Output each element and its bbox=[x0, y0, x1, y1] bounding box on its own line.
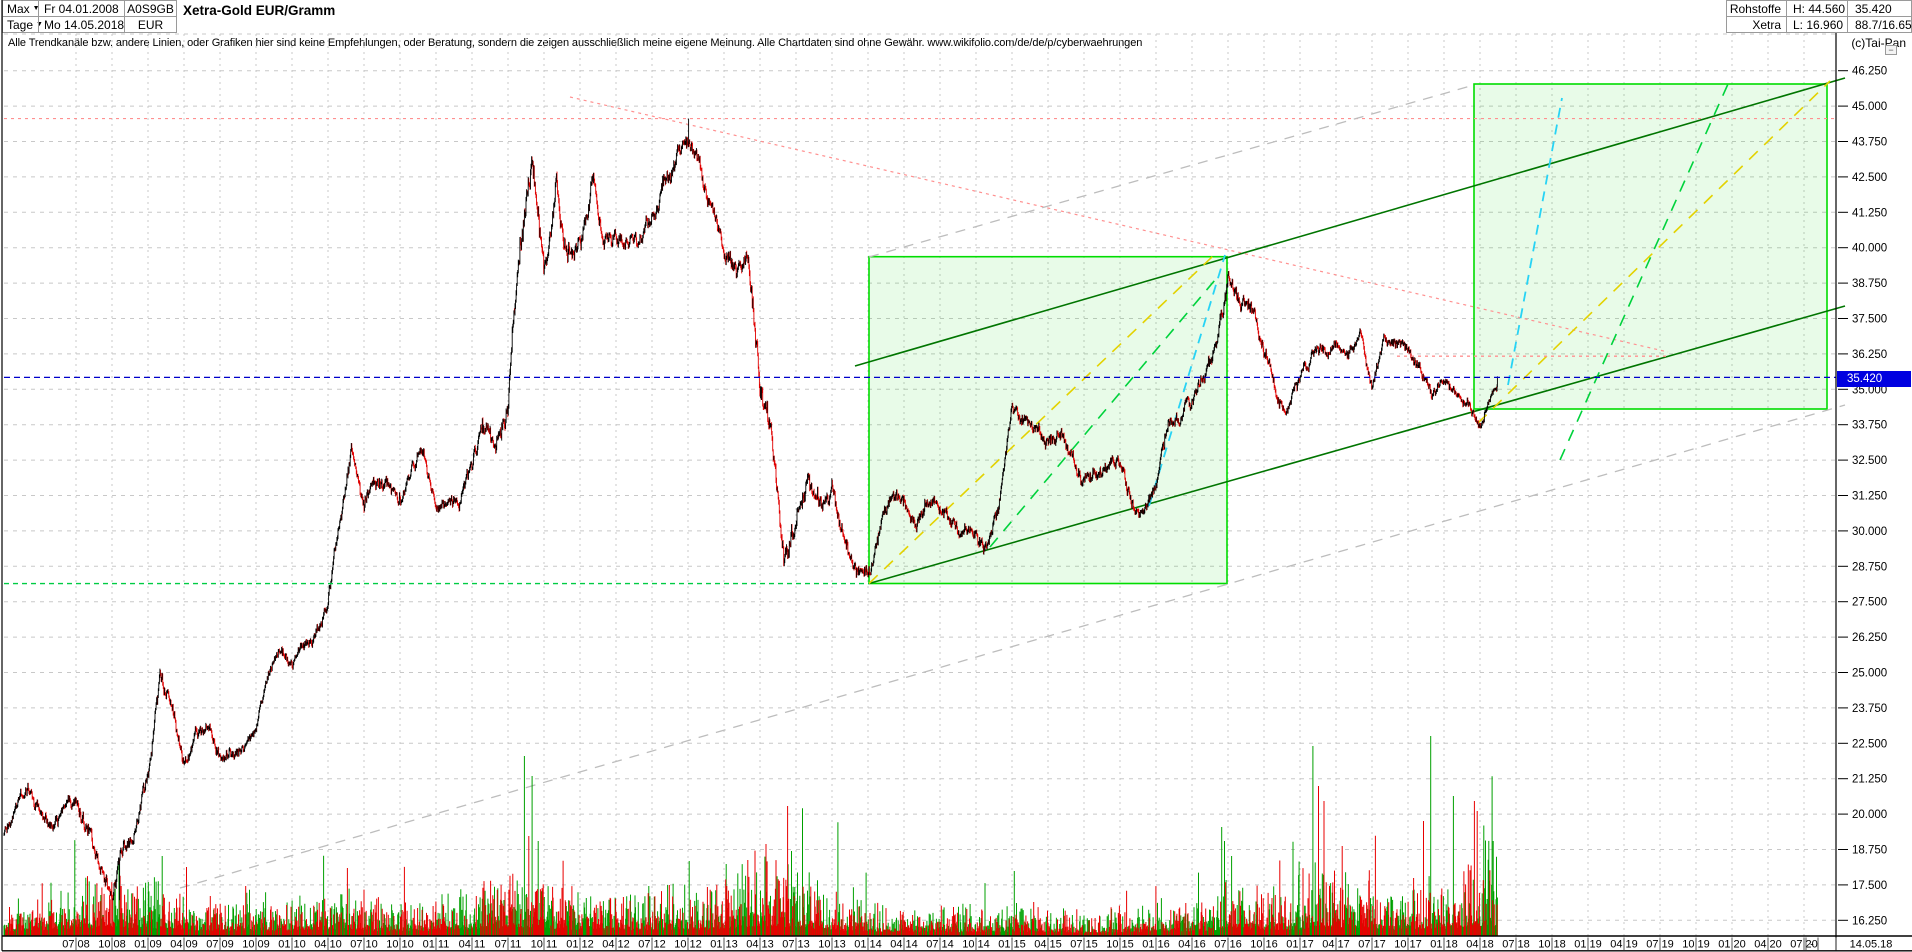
svg-text:43.750: 43.750 bbox=[1852, 137, 1887, 149]
svg-text:42.500: 42.500 bbox=[1852, 172, 1887, 184]
svg-text:30.000: 30.000 bbox=[1852, 526, 1887, 538]
svg-text:07 19: 07 19 bbox=[1646, 939, 1674, 951]
svg-text:01 17: 01 17 bbox=[1286, 939, 1314, 951]
svg-text:26.250: 26.250 bbox=[1852, 632, 1887, 644]
svg-text:04 15: 04 15 bbox=[1034, 939, 1062, 951]
svg-text:01 16: 01 16 bbox=[1142, 939, 1170, 951]
price-axis-labels: 46.250 45.000 43.750 42.500 41.250 40.000 38.7… bbox=[1838, 66, 1887, 928]
svg-text:01 18: 01 18 bbox=[1430, 939, 1458, 951]
svg-text:07 14: 07 14 bbox=[926, 939, 954, 951]
svg-text:40.000: 40.000 bbox=[1852, 243, 1887, 255]
last-price-axis-chip: 35.420 bbox=[1837, 371, 1911, 387]
svg-text:04 20: 04 20 bbox=[1754, 939, 1782, 951]
svg-text:10 13: 10 13 bbox=[818, 939, 846, 951]
svg-text:14.05.18: 14.05.18 bbox=[1850, 939, 1893, 951]
svg-text:16.250: 16.250 bbox=[1852, 915, 1887, 927]
svg-text:28.750: 28.750 bbox=[1852, 561, 1887, 573]
svg-text:07 10: 07 10 bbox=[350, 939, 378, 951]
svg-text:04 11: 04 11 bbox=[459, 939, 486, 951]
svg-text:04 10: 04 10 bbox=[314, 939, 342, 951]
candlestick-series bbox=[4, 119, 1497, 901]
svg-text:21.250: 21.250 bbox=[1852, 774, 1887, 786]
svg-text:01 10: 01 10 bbox=[278, 939, 306, 951]
svg-text:32.500: 32.500 bbox=[1852, 455, 1887, 467]
svg-text:04 09: 04 09 bbox=[170, 939, 198, 951]
svg-text:04 12: 04 12 bbox=[602, 939, 630, 951]
svg-text:10 12: 10 12 bbox=[674, 939, 702, 951]
svg-text:07 13: 07 13 bbox=[782, 939, 810, 951]
svg-text:10 09: 10 09 bbox=[242, 939, 270, 951]
svg-text:18.750: 18.750 bbox=[1852, 845, 1887, 857]
time-axis-labels: 07 08 10 08 01 09 04 09 07 09 10 09 01 10 04 10… bbox=[62, 938, 1892, 951]
price-chart-canvas[interactable]: 46.250 45.000 43.750 42.500 41.250 40.000 38.7… bbox=[0, 0, 1912, 952]
svg-text:01 14: 01 14 bbox=[854, 939, 882, 951]
svg-text:07 17: 07 17 bbox=[1358, 939, 1386, 951]
svg-text:23.750: 23.750 bbox=[1852, 703, 1887, 715]
svg-text:10 16: 10 16 bbox=[1250, 939, 1278, 951]
trend-channel-boxes bbox=[869, 84, 1827, 584]
svg-text:45.000: 45.000 bbox=[1852, 101, 1887, 113]
svg-text:07 12: 07 12 bbox=[638, 939, 666, 951]
svg-text:01 09: 01 09 bbox=[134, 939, 162, 951]
svg-text:10 14: 10 14 bbox=[962, 939, 990, 951]
svg-text:22.500: 22.500 bbox=[1852, 738, 1887, 750]
svg-text:33.750: 33.750 bbox=[1852, 420, 1887, 432]
svg-text:46.250: 46.250 bbox=[1852, 66, 1887, 78]
svg-text:01 13: 01 13 bbox=[710, 939, 738, 951]
svg-text:10 11: 10 11 bbox=[531, 939, 558, 951]
svg-text:01 12: 01 12 bbox=[566, 939, 594, 951]
svg-text:04 18: 04 18 bbox=[1466, 939, 1494, 951]
svg-text:27.500: 27.500 bbox=[1852, 597, 1887, 609]
svg-text:20.000: 20.000 bbox=[1852, 809, 1887, 821]
svg-text:04 14: 04 14 bbox=[890, 939, 918, 951]
svg-text:31.250: 31.250 bbox=[1852, 491, 1887, 503]
svg-text:17.500: 17.500 bbox=[1852, 880, 1887, 892]
svg-text:04 16: 04 16 bbox=[1178, 939, 1206, 951]
svg-text:10 08: 10 08 bbox=[98, 939, 126, 951]
svg-text:07 11: 07 11 bbox=[495, 939, 522, 951]
taipan-chart-window: Max▼ Fr 04.01.2008 A0S9GB Tage▼ Mo 14.05… bbox=[0, 0, 1912, 952]
svg-text:37.500: 37.500 bbox=[1852, 314, 1887, 326]
svg-text:10 18: 10 18 bbox=[1538, 939, 1566, 951]
svg-text:36.250: 36.250 bbox=[1852, 349, 1887, 361]
svg-text:10 15: 10 15 bbox=[1106, 939, 1134, 951]
svg-text:07 09: 07 09 bbox=[206, 939, 234, 951]
svg-text:07 08: 07 08 bbox=[62, 939, 90, 951]
svg-text:10 10: 10 10 bbox=[386, 939, 414, 951]
svg-text:07 15: 07 15 bbox=[1070, 939, 1098, 951]
svg-text:01 19: 01 19 bbox=[1574, 939, 1602, 951]
svg-text:01 15: 01 15 bbox=[998, 939, 1026, 951]
volume-bars bbox=[4, 736, 1497, 936]
svg-text:07 18: 07 18 bbox=[1502, 939, 1530, 951]
svg-text:25.000: 25.000 bbox=[1852, 668, 1887, 680]
svg-text:07 16: 07 16 bbox=[1214, 939, 1242, 951]
svg-text:41.250: 41.250 bbox=[1852, 207, 1887, 219]
svg-text:38.750: 38.750 bbox=[1852, 278, 1887, 290]
svg-text:01 11: 01 11 bbox=[423, 939, 450, 951]
svg-text:-: - bbox=[1810, 939, 1814, 951]
svg-text:10 19: 10 19 bbox=[1682, 939, 1710, 951]
svg-text:01 20: 01 20 bbox=[1718, 939, 1746, 951]
svg-text:04 13: 04 13 bbox=[746, 939, 774, 951]
svg-text:04 17: 04 17 bbox=[1322, 939, 1350, 951]
svg-text:04 19: 04 19 bbox=[1610, 939, 1638, 951]
svg-text:10 17: 10 17 bbox=[1394, 939, 1422, 951]
